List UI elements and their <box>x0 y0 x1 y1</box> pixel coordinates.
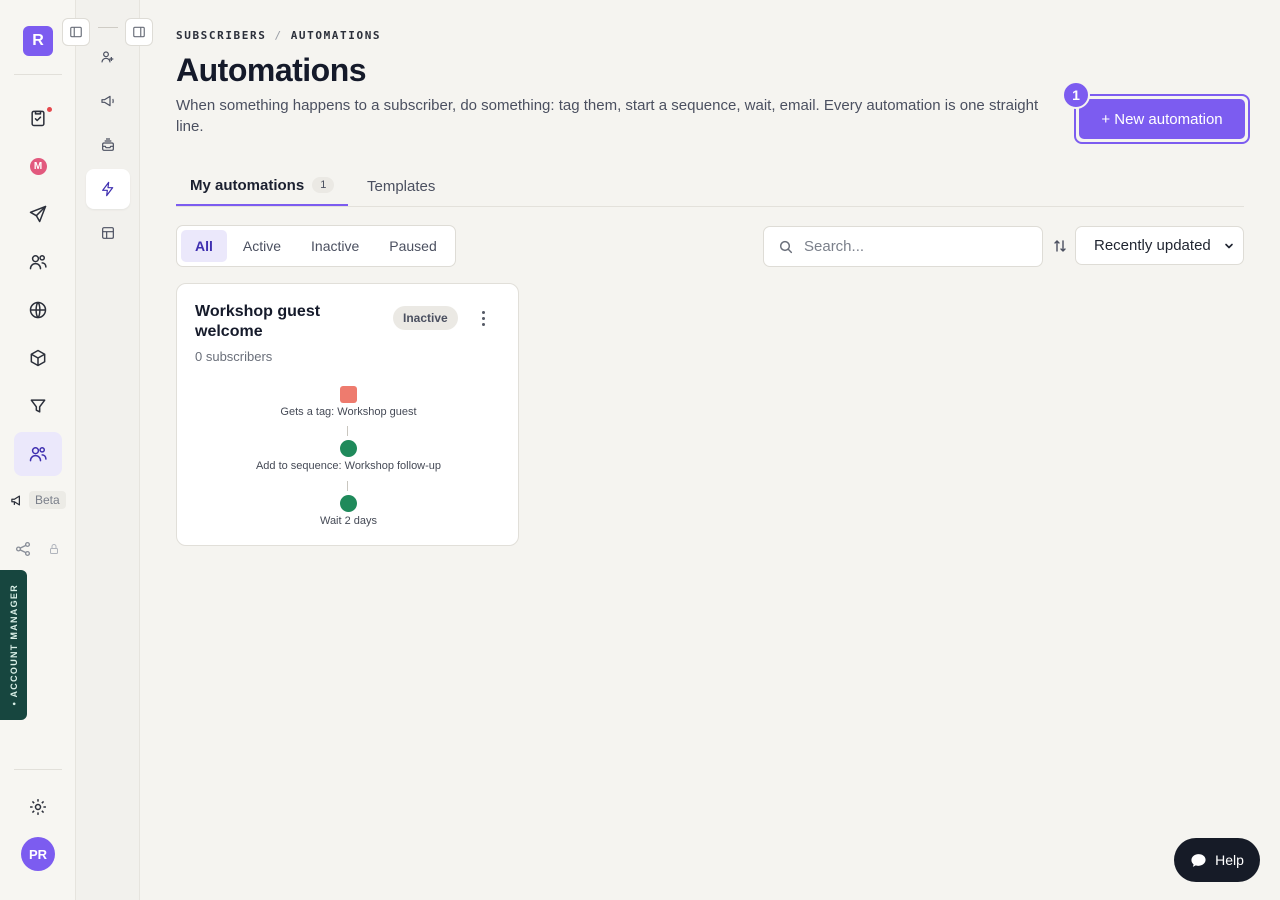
collapse-sidebar-button[interactable] <box>62 18 90 46</box>
lock-icon <box>50 544 58 554</box>
status-filter: All Active Inactive Paused <box>176 225 456 267</box>
megaphone-icon <box>101 95 114 107</box>
globe-icon <box>29 301 47 319</box>
status-badge: Inactive <box>393 306 458 330</box>
notification-dot <box>47 107 52 112</box>
account-manager-tab[interactable]: • ACCOUNT MANAGER <box>0 570 27 720</box>
users-icon <box>29 254 47 270</box>
tab-label: My automations <box>190 176 305 194</box>
help-label: Help <box>1215 852 1244 868</box>
paper-plane-icon <box>29 205 47 223</box>
funnel-icon <box>30 399 46 413</box>
help-button[interactable]: Help <box>1174 838 1260 882</box>
box-icon <box>30 349 46 367</box>
tab-bar: My automations 1 Templates <box>176 166 1244 207</box>
funnels-nav-button[interactable] <box>14 384 62 428</box>
subnav-forms-button[interactable] <box>86 213 130 253</box>
brand-logo[interactable]: R <box>23 26 53 56</box>
tab-count-badge: 1 <box>312 177 335 193</box>
breadcrumb: SUBSCRIBERS / AUTOMATIONS <box>176 29 381 42</box>
tab-label: Templates <box>367 177 436 195</box>
kebab-dot <box>481 316 485 320</box>
clipboard-check-icon <box>31 110 45 127</box>
m-app-nav-button[interactable]: M <box>14 144 62 188</box>
automation-subscriber-count: 0 subscribers <box>195 349 273 364</box>
search-box <box>763 226 1043 267</box>
user-avatar[interactable]: PR <box>21 837 55 871</box>
globe-nav-button[interactable] <box>14 288 62 332</box>
chat-bubble-icon <box>1191 853 1206 867</box>
rail-divider <box>14 74 62 75</box>
lightning-icon <box>102 181 114 197</box>
integrations-nav-item[interactable] <box>14 540 60 558</box>
new-automation-highlight: + New automation <box>1074 94 1250 144</box>
flow-step-label: Gets a tag: Workshop guest <box>280 406 417 418</box>
filter-active-button[interactable]: Active <box>229 230 295 262</box>
m-app-icon: M <box>29 157 47 175</box>
sidebar-toggle-icon <box>70 26 82 38</box>
breadcrumb-subscribers[interactable]: SUBSCRIBERS <box>176 29 266 42</box>
gear-icon <box>30 799 46 815</box>
trigger-node <box>340 386 357 403</box>
users-icon <box>29 447 47 462</box>
sort-arrows-icon <box>1054 240 1066 252</box>
settings-nav-button[interactable] <box>14 785 62 829</box>
main-content: SUBSCRIBERS / AUTOMATIONS Automations Wh… <box>176 0 1250 900</box>
primary-sidebar: R M Beta PR <box>0 0 76 900</box>
tasks-nav-button[interactable] <box>14 96 62 140</box>
flow-step-label: Wait 2 days <box>319 515 378 527</box>
subnav-sequences-button[interactable] <box>86 125 130 165</box>
inbox-stack-icon <box>102 138 114 151</box>
breadcrumb-separator: / <box>274 29 283 42</box>
collapse-subnav-button[interactable] <box>125 18 153 46</box>
action-node <box>340 495 357 512</box>
sort-select[interactable]: Recently updated <box>1075 226 1244 265</box>
more-options-button[interactable] <box>473 306 493 330</box>
products-nav-button[interactable] <box>14 336 62 380</box>
sort-selected-value: Recently updated <box>1094 237 1211 254</box>
account-manager-label: • ACCOUNT MANAGER <box>8 584 19 706</box>
user-icon <box>101 51 114 63</box>
subnav-broadcasts-button[interactable] <box>86 81 130 121</box>
flow-step-label: Add to sequence: Workshop follow-up <box>255 460 442 472</box>
flow-step-trigger: Gets a tag: Workshop guest <box>177 386 520 418</box>
search-icon <box>779 240 793 253</box>
kebab-dot <box>481 310 485 314</box>
page-title: Automations <box>176 52 367 88</box>
action-node <box>340 440 357 457</box>
send-nav-button[interactable] <box>14 192 62 236</box>
search-input[interactable] <box>804 238 1024 255</box>
filter-all-button[interactable]: All <box>181 230 227 262</box>
kebab-dot <box>481 322 485 326</box>
tab-templates[interactable]: Templates <box>353 166 449 206</box>
layout-table-icon <box>102 227 114 239</box>
automation-title: Workshop guest welcome <box>195 303 321 340</box>
tab-my-automations[interactable]: My automations 1 <box>176 166 349 206</box>
flow-step-action: Wait 2 days <box>177 495 520 527</box>
page-subtitle: When something happens to a subscriber, … <box>176 97 1039 135</box>
subnav-subscribers-button[interactable] <box>86 37 130 77</box>
sidebar-toggle-icon <box>133 26 145 38</box>
flow-step-action: Add to sequence: Workshop follow-up <box>177 440 520 472</box>
breadcrumb-automations: AUTOMATIONS <box>290 29 382 42</box>
flow-connector <box>347 481 348 491</box>
chevron-down-icon <box>1225 243 1233 248</box>
new-automation-button[interactable]: + New automation <box>1079 99 1245 139</box>
subnav-divider <box>98 27 118 28</box>
people-nav-button[interactable] <box>14 240 62 284</box>
rail-divider <box>14 769 62 770</box>
share-icon <box>15 541 31 557</box>
subscribers-nav-button[interactable] <box>14 432 62 476</box>
filter-inactive-button[interactable]: Inactive <box>297 230 373 262</box>
step-badge: 1 <box>1062 81 1090 109</box>
beta-nav-item[interactable]: Beta <box>10 491 66 509</box>
megaphone-icon <box>11 495 20 505</box>
flow-connector <box>347 426 348 436</box>
filter-paused-button[interactable]: Paused <box>375 230 450 262</box>
subnav-automations-button[interactable] <box>86 169 130 209</box>
beta-badge: Beta <box>29 491 66 509</box>
automation-card[interactable]: Workshop guest welcome 0 subscribers Ina… <box>176 283 519 546</box>
secondary-sidebar <box>76 0 140 900</box>
